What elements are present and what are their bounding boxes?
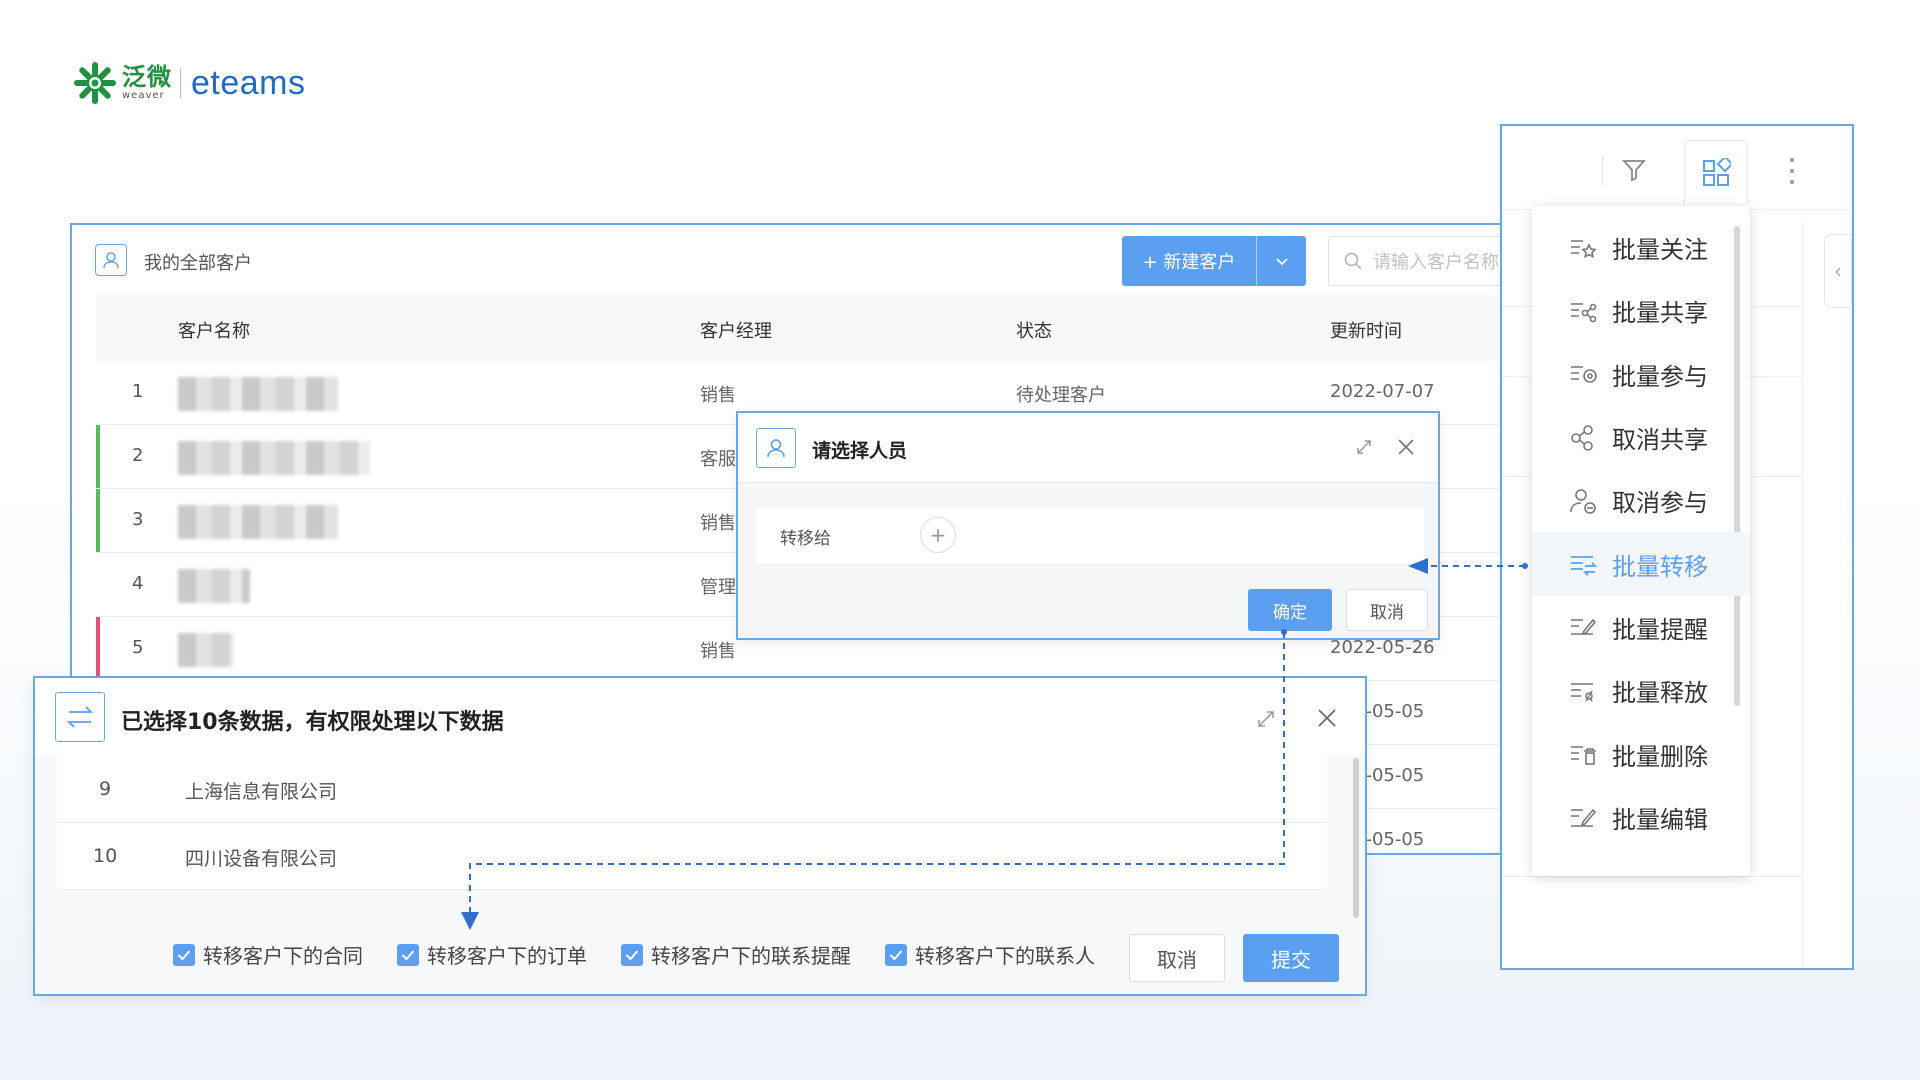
flow-arrows: [461, 558, 1528, 930]
arrow-menu-to-dialog: [1408, 558, 1528, 574]
arrow-dialog-to-options: [461, 629, 1287, 930]
